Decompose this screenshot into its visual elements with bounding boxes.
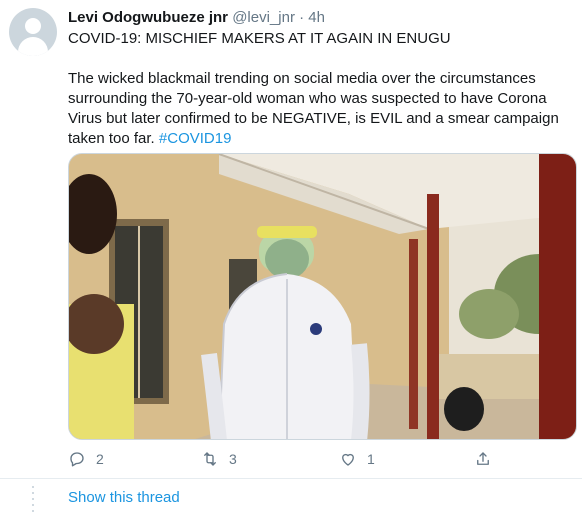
- tweet-header: Levi Odogwubueze jnr @levi_jnr · 4h: [68, 8, 325, 28]
- thread-connector-dots: [32, 484, 34, 514]
- avatar-head-shape: [25, 18, 41, 34]
- tweet[interactable]: Levi Odogwubueze jnr @levi_jnr · 4h COVI…: [0, 0, 582, 478]
- retweet-button[interactable]: 3: [201, 448, 237, 470]
- share-button[interactable]: [474, 448, 492, 470]
- handle[interactable]: @levi_jnr: [232, 9, 295, 26]
- tweet-text-paragraph: The wicked blackmail trending on social …: [68, 69, 568, 149]
- separator: ·: [299, 9, 305, 26]
- retweet-count: 3: [229, 451, 237, 467]
- show-thread-link[interactable]: Show this thread: [68, 489, 180, 506]
- hashtag-link[interactable]: #COVID19: [159, 130, 232, 147]
- heart-icon: [342, 453, 354, 466]
- photo-illustration: [69, 154, 576, 439]
- reply-button[interactable]: 2: [68, 448, 104, 470]
- retweet-icon: [204, 452, 216, 466]
- display-name[interactable]: Levi Odogwubueze jnr: [68, 9, 228, 26]
- tweet-media-photo[interactable]: [68, 153, 577, 440]
- tweet-text-line1: COVID-19: MISCHIEF MAKERS AT IT AGAIN IN…: [68, 30, 451, 47]
- tweet-text-body: The wicked blackmail trending on social …: [68, 70, 559, 147]
- like-button[interactable]: 1: [339, 448, 375, 470]
- tweet-actions: 2 3 1: [68, 448, 548, 470]
- avatar[interactable]: [9, 8, 57, 56]
- like-count: 1: [367, 451, 375, 467]
- timestamp[interactable]: 4h: [308, 9, 325, 26]
- share-icon: [477, 452, 489, 465]
- tweet-text: COVID-19: MISCHIEF MAKERS AT IT AGAIN IN…: [68, 29, 568, 149]
- tweet-divider: [0, 478, 582, 479]
- reply-count: 2: [96, 451, 104, 467]
- avatar-body-shape: [18, 37, 48, 56]
- reply-icon: [70, 452, 84, 467]
